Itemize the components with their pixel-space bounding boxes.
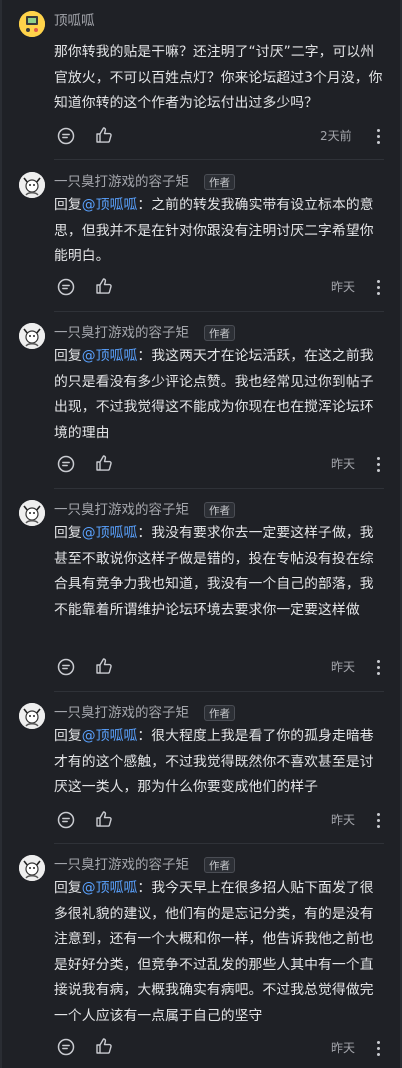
username[interactable]: 顶呱呱	[54, 12, 95, 30]
username[interactable]: 一只臭打游戏的容子矩	[54, 173, 189, 191]
mention-link[interactable]: @顶呱呱	[82, 525, 138, 541]
comment-text: 回复@顶呱呱：我今天早上在很多招人贴下面发了很多很礼貌的建议，他们有的是忘记分类…	[54, 876, 384, 1029]
timestamp: 昨天	[331, 1041, 356, 1055]
yellow-duck-icon	[19, 11, 45, 37]
divider	[54, 488, 384, 489]
comment-bubble-icon[interactable]	[56, 1037, 76, 1057]
bw-character-icon	[19, 703, 45, 729]
avatar[interactable]	[19, 172, 45, 198]
reply-prefix: 回复	[54, 728, 82, 744]
divider	[54, 159, 384, 160]
timestamp: 昨天	[331, 280, 356, 294]
author-badge: 作者	[204, 502, 235, 518]
avatar[interactable]	[19, 855, 45, 881]
mention-link[interactable]: @顶呱呱	[82, 197, 138, 213]
comment-text: 回复@顶呱呱：很大程度上我是看了你的孤身走暗巷才有的这个感触，不过我觉得既然你不…	[54, 724, 384, 801]
author-badge: 作者	[204, 705, 235, 721]
reply-prefix: 回复	[54, 525, 82, 541]
comment-body: 那你转我的贴是干嘛？还注明了“讨厌”二字，可以州官放火，不可以百姓点灯？你来论坛…	[54, 44, 383, 111]
bw-character-icon	[19, 855, 45, 881]
bw-character-icon	[19, 500, 45, 526]
more-vertical-icon[interactable]	[374, 1040, 382, 1056]
divider	[54, 843, 384, 844]
timestamp: 昨天	[331, 660, 356, 674]
comment-text: 回复@顶呱呱：我这两天才在论坛活跃，在这之前我的只是看没有多少评论点赞。我也经常…	[54, 344, 384, 446]
comment-bubble-icon[interactable]	[56, 657, 76, 677]
more-vertical-icon[interactable]	[374, 812, 382, 828]
username[interactable]: 一只臭打游戏的容子矩	[54, 856, 189, 874]
comment-bubble-icon[interactable]	[56, 126, 76, 146]
thumbs-up-icon[interactable]	[94, 809, 114, 829]
author-badge: 作者	[204, 857, 235, 873]
avatar[interactable]	[19, 703, 45, 729]
reply-prefix: 回复	[54, 197, 82, 213]
comment-bubble-icon[interactable]	[56, 810, 76, 830]
timestamp: 昨天	[331, 457, 356, 471]
avatar[interactable]	[19, 323, 45, 349]
author-badge: 作者	[204, 174, 235, 190]
mention-link[interactable]: @顶呱呱	[82, 348, 138, 364]
reply-prefix: 回复	[54, 880, 82, 896]
more-vertical-icon[interactable]	[374, 456, 382, 472]
username[interactable]: 一只臭打游戏的容子矩	[54, 704, 189, 722]
bw-character-icon	[19, 172, 45, 198]
reply-prefix: 回复	[54, 348, 82, 364]
author-badge: 作者	[204, 325, 235, 341]
comment-body: ：我今天早上在很多招人贴下面发了很多很礼貌的建议，他们有的是忘记分类，有的是没有…	[54, 880, 374, 1024]
thumbs-up-icon[interactable]	[94, 1036, 114, 1056]
mention-link[interactable]: @顶呱呱	[82, 880, 138, 896]
timestamp: 2天前	[320, 129, 352, 143]
comment-bubble-icon[interactable]	[56, 454, 76, 474]
username[interactable]: 一只臭打游戏的容子矩	[54, 324, 189, 342]
thumbs-up-icon[interactable]	[94, 656, 114, 676]
comment-text: 回复@顶呱呱：我没有要求你去一定要这样子做，我甚至不敢说你这样子做是错的，投在专…	[54, 521, 384, 623]
comment-bubble-icon[interactable]	[56, 277, 76, 297]
more-vertical-icon[interactable]	[374, 659, 382, 675]
mention-link[interactable]: @顶呱呱	[82, 728, 138, 744]
thumbs-up-icon[interactable]	[94, 453, 114, 473]
avatar[interactable]	[19, 500, 45, 526]
comment-text: 回复@顶呱呱：之前的转发我确实带有设立标本的意思，但我并不是在针对你跟没有注明讨…	[54, 193, 384, 270]
comment-text: 那你转我的贴是干嘛？还注明了“讨厌”二字，可以州官放火，不可以百姓点灯？你来论坛…	[54, 40, 384, 117]
avatar[interactable]	[19, 11, 45, 37]
timestamp: 昨天	[331, 813, 356, 827]
thumbs-up-icon[interactable]	[94, 125, 114, 145]
divider	[54, 311, 384, 312]
divider	[54, 691, 384, 692]
username[interactable]: 一只臭打游戏的容子矩	[54, 501, 189, 519]
bw-character-icon	[19, 323, 45, 349]
comment-thread: 顶呱呱 那你转我的贴是干嘛？还注明了“讨厌”二字，可以州官放火，不可以百姓点灯？…	[0, 0, 402, 1068]
more-vertical-icon[interactable]	[374, 128, 382, 144]
more-vertical-icon[interactable]	[374, 279, 382, 295]
thumbs-up-icon[interactable]	[94, 276, 114, 296]
